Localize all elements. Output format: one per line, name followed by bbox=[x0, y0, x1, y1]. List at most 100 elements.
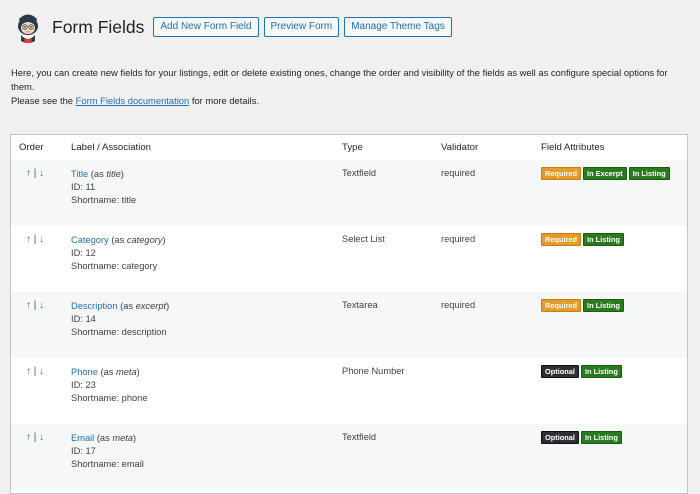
association-suffix: ) bbox=[162, 235, 166, 245]
association-suffix: ) bbox=[120, 169, 124, 179]
optional-badge: Optional bbox=[541, 431, 579, 444]
field-validator: required bbox=[441, 234, 476, 244]
table-row: ↑ | ↓ Title (as title) ID: 11 Shortname: ti… bbox=[11, 160, 687, 226]
in-listing-badge: In Listing bbox=[583, 299, 624, 312]
field-label-cell: Description (as excerpt) ID: 14 Shortname:… bbox=[71, 300, 169, 339]
table-row: ↑ | ↓ Description (as excerpt) ID: 14 Short… bbox=[11, 292, 687, 358]
form-fields-table: Order Label / Association Type Validator… bbox=[10, 134, 688, 494]
field-name-link[interactable]: Phone bbox=[71, 367, 98, 377]
field-type: Textfield bbox=[342, 168, 377, 178]
move-up-icon[interactable]: ↑ bbox=[26, 300, 31, 311]
field-name-link[interactable]: Description bbox=[71, 301, 118, 311]
field-shortname: Shortname: title bbox=[71, 195, 137, 205]
field-type: Textfield bbox=[342, 432, 377, 442]
field-attributes: Required In Listing bbox=[541, 299, 624, 312]
field-label-cell: Category (as category) ID: 12 Shortname: c… bbox=[71, 234, 166, 273]
required-badge: Required bbox=[541, 299, 582, 312]
move-up-icon[interactable]: ↑ bbox=[26, 366, 31, 377]
move-down-icon[interactable]: ↓ bbox=[39, 168, 44, 179]
manage-theme-tags-button[interactable]: Manage Theme Tags bbox=[344, 17, 452, 37]
field-attributes: Optional In Listing bbox=[541, 431, 622, 444]
table-row: ↑ | ↓ Category (as category) ID: 12 Shortna… bbox=[11, 226, 687, 292]
field-id: ID: 12 bbox=[71, 248, 96, 258]
table-header: Order Label / Association Type Validator… bbox=[11, 135, 687, 161]
order-separator: | bbox=[33, 432, 37, 443]
association-suffix: ) bbox=[166, 301, 170, 311]
order-separator: | bbox=[33, 168, 37, 179]
form-fields-documentation-link[interactable]: Form Fields documentation bbox=[76, 95, 190, 106]
field-id: ID: 11 bbox=[71, 182, 96, 192]
intro-text: Here, you can create new fields for your… bbox=[11, 66, 691, 108]
move-up-icon[interactable]: ↑ bbox=[26, 168, 31, 179]
intro-line-1: Here, you can create new fields for your… bbox=[11, 67, 668, 92]
association-suffix: ) bbox=[133, 433, 137, 443]
association-prefix: (as bbox=[97, 367, 116, 377]
field-shortname: Shortname: category bbox=[71, 261, 158, 271]
field-label-cell: Phone (as meta) ID: 23 Shortname: phone bbox=[71, 366, 148, 405]
order-separator: | bbox=[33, 234, 37, 245]
field-attributes: Optional In Listing bbox=[541, 365, 622, 378]
move-up-icon[interactable]: ↑ bbox=[26, 432, 31, 443]
field-association: (as title) bbox=[88, 169, 124, 179]
column-header-type: Type bbox=[342, 142, 363, 153]
page-header: Form Fields Add New Form Field Preview F… bbox=[15, 9, 457, 45]
order-controls: ↑ | ↓ bbox=[26, 432, 44, 443]
field-label-cell: Email (as meta) ID: 17 Shortname: email bbox=[71, 432, 144, 471]
order-controls: ↑ | ↓ bbox=[26, 300, 44, 311]
move-down-icon[interactable]: ↓ bbox=[39, 432, 44, 443]
in-listing-badge: In Listing bbox=[580, 365, 622, 378]
field-label-line: Email (as meta) bbox=[71, 432, 144, 445]
field-name-link[interactable]: Email bbox=[71, 433, 94, 443]
association-prefix: (as bbox=[117, 301, 136, 311]
field-shortname: Shortname: phone bbox=[71, 393, 148, 403]
move-down-icon[interactable]: ↓ bbox=[39, 300, 44, 311]
field-label-line: Title (as title) bbox=[71, 168, 136, 181]
in-listing-badge: In Listing bbox=[583, 233, 624, 246]
association-value: category bbox=[126, 235, 163, 245]
field-attributes: Required In Excerpt In Listing bbox=[541, 167, 670, 180]
intro-prefix: Please see the bbox=[11, 95, 76, 106]
association-value: meta bbox=[115, 367, 137, 377]
field-name-link[interactable]: Title bbox=[71, 169, 88, 179]
required-badge: Required bbox=[541, 233, 582, 246]
field-validator: required bbox=[441, 168, 476, 178]
field-id: ID: 23 bbox=[71, 380, 96, 390]
order-controls: ↑ | ↓ bbox=[26, 366, 44, 377]
column-header-order: Order bbox=[19, 142, 44, 153]
field-shortname: Shortname: description bbox=[71, 327, 167, 337]
field-type: Phone Number bbox=[342, 366, 405, 376]
in-excerpt-badge: In Excerpt bbox=[583, 167, 627, 180]
association-value: meta bbox=[112, 433, 134, 443]
order-controls: ↑ | ↓ bbox=[26, 168, 44, 179]
preview-form-button[interactable]: Preview Form bbox=[263, 17, 340, 37]
column-header-attributes: Field Attributes bbox=[541, 142, 605, 153]
field-type: Select List bbox=[342, 234, 385, 244]
move-up-icon[interactable]: ↑ bbox=[26, 234, 31, 245]
intro-line-2: Please see the Form Fields documentation… bbox=[11, 94, 691, 108]
association-value: title bbox=[106, 169, 121, 179]
directory-logo-icon bbox=[18, 14, 38, 43]
table-row: ↑ | ↓ Phone (as meta) ID: 23 Shortname: pho… bbox=[11, 358, 687, 424]
association-prefix: (as bbox=[108, 235, 127, 245]
association-suffix: ) bbox=[136, 367, 140, 377]
field-association: (as excerpt) bbox=[117, 301, 170, 311]
page-title: Form Fields bbox=[52, 16, 145, 37]
order-separator: | bbox=[33, 300, 37, 311]
move-down-icon[interactable]: ↓ bbox=[39, 366, 44, 377]
move-down-icon[interactable]: ↓ bbox=[39, 234, 44, 245]
field-attributes: Required In Listing bbox=[541, 233, 624, 246]
field-association: (as category) bbox=[108, 235, 166, 245]
field-id: ID: 17 bbox=[71, 446, 96, 456]
column-header-label: Label / Association bbox=[71, 142, 152, 153]
field-id: ID: 14 bbox=[71, 314, 96, 324]
association-prefix: (as bbox=[94, 433, 113, 443]
add-new-form-field-button[interactable]: Add New Form Field bbox=[153, 17, 259, 37]
column-header-validator: Validator bbox=[441, 142, 479, 153]
field-association: (as meta) bbox=[97, 367, 140, 377]
field-label-line: Phone (as meta) bbox=[71, 366, 148, 379]
field-name-link[interactable]: Category bbox=[71, 235, 109, 245]
field-type: Textarea bbox=[342, 300, 378, 310]
in-listing-badge: In Listing bbox=[580, 431, 622, 444]
field-label-cell: Title (as title) ID: 11 Shortname: title bbox=[71, 168, 136, 207]
field-association: (as meta) bbox=[94, 433, 136, 443]
